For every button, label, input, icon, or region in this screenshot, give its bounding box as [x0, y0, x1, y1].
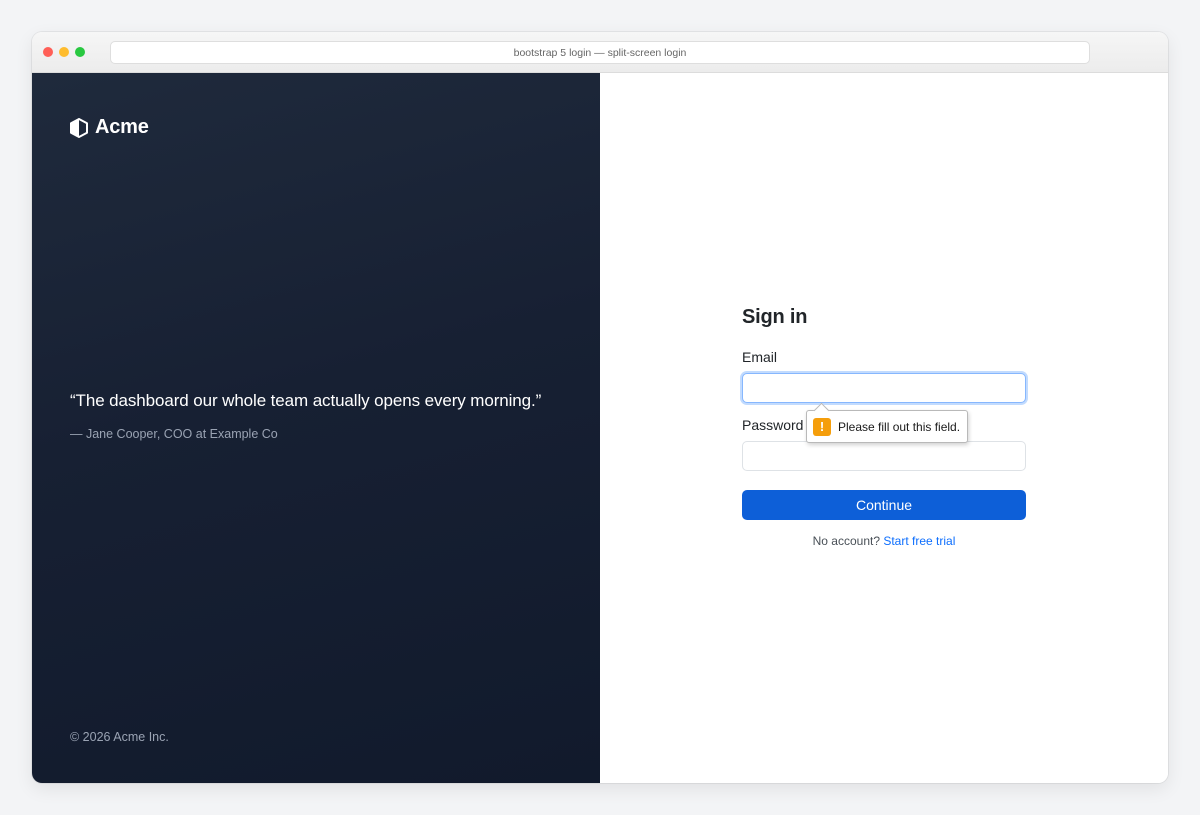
validation-message: Please fill out this field. — [838, 419, 961, 434]
browser-window: bootstrap 5 login — split-screen login A… — [32, 32, 1168, 783]
signup-row: No account? Start free trial — [742, 534, 1026, 548]
signup-prompt: No account? — [812, 534, 884, 548]
password-field[interactable] — [742, 441, 1026, 471]
brand-logo: Acme — [70, 116, 149, 139]
warning-icon: ! — [813, 417, 831, 436]
form-panel: Sign in Email Password Continue No accou… — [600, 73, 1168, 783]
minimize-window-button[interactable] — [59, 47, 69, 57]
page-title: Sign in — [742, 306, 808, 328]
testimonial-attribution: — Jane Cooper, COO at Example Co — [70, 427, 278, 441]
address-bar[interactable]: bootstrap 5 login — split-screen login — [110, 41, 1090, 64]
page-content: Acme “The dashboard our whole team actua… — [32, 73, 1168, 783]
title-bar: bootstrap 5 login — split-screen login — [32, 32, 1168, 73]
brand-name: Acme — [95, 116, 149, 138]
maximize-window-button[interactable] — [75, 47, 85, 57]
start-free-trial-link[interactable]: Start free trial — [883, 534, 955, 548]
close-window-button[interactable] — [43, 47, 53, 57]
hexagon-shield-icon — [70, 117, 88, 138]
email-label: Email — [742, 349, 778, 365]
continue-button[interactable]: Continue — [742, 490, 1026, 520]
testimonial-quote: “The dashboard our whole team actually o… — [70, 391, 542, 410]
brand-panel: Acme “The dashboard our whole team actua… — [32, 73, 600, 783]
validation-tooltip: ! Please fill out this field. — [806, 410, 969, 443]
copyright-text: © 2026 Acme Inc. — [70, 730, 169, 744]
email-field[interactable] — [742, 373, 1026, 403]
